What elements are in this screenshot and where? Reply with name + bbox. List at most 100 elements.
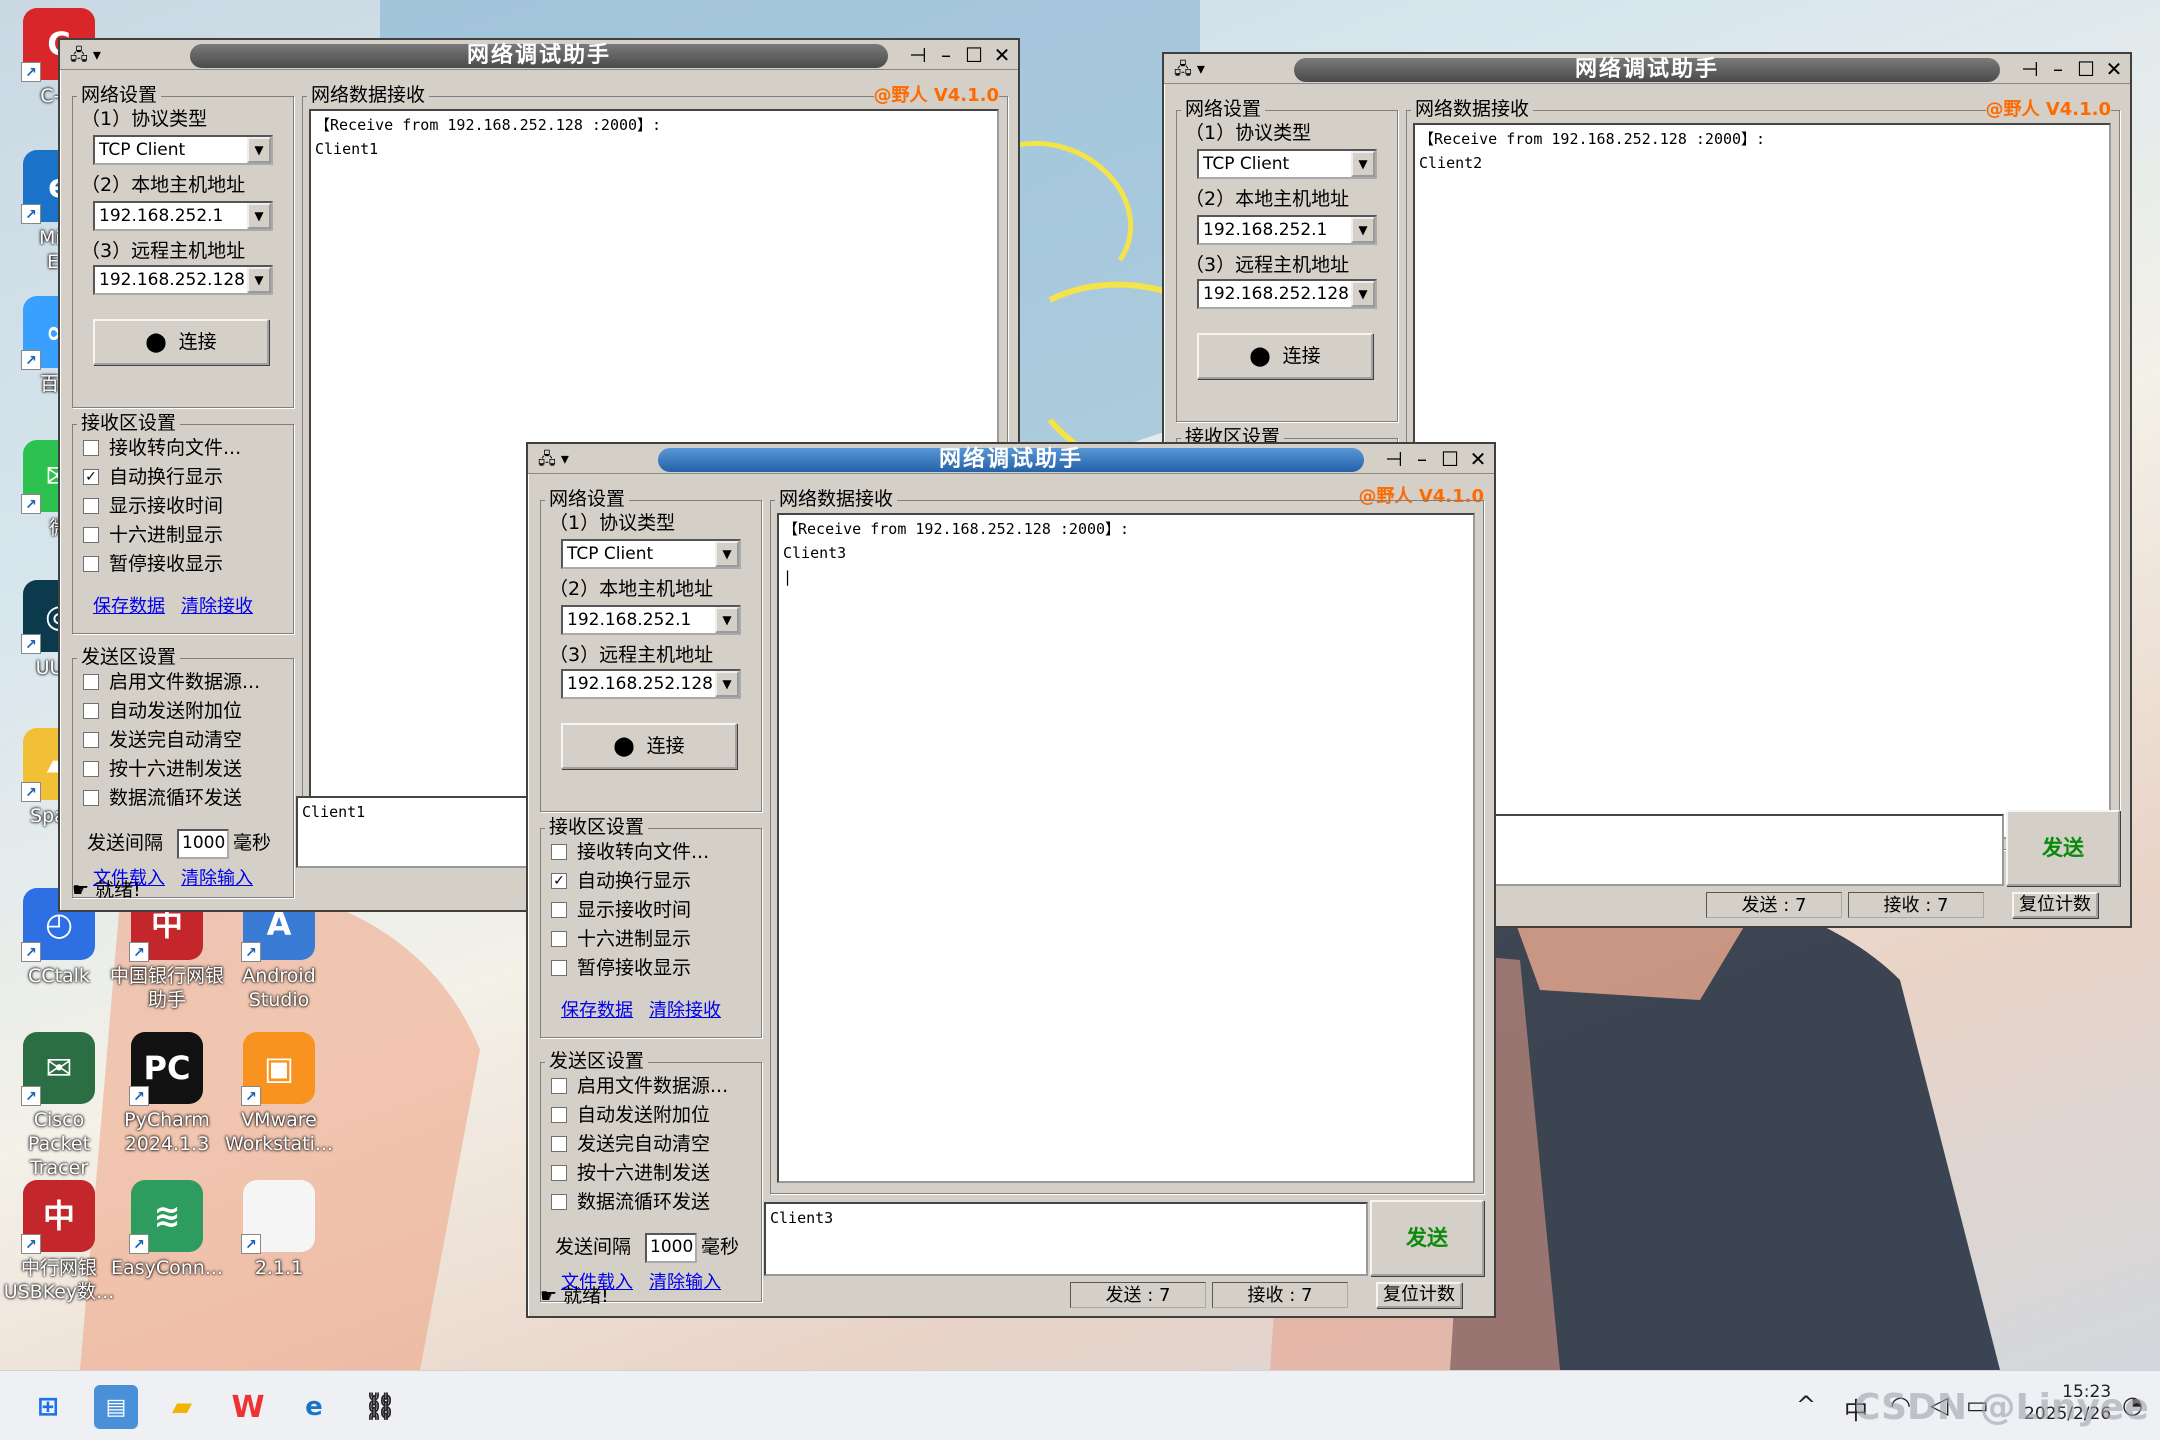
- close-button[interactable]: ✕: [1466, 446, 1490, 472]
- desktop-shortcut[interactable]: 中 ↗ 中行网银USBKey数...: [0, 1180, 118, 1304]
- recv-option-checkbox[interactable]: ✓ 自动换行显示: [83, 464, 223, 490]
- desktop-shortcut[interactable]: ≋ ↗ EasyConn...: [108, 1180, 226, 1280]
- connect-button[interactable]: ⬤ 连接: [93, 319, 269, 365]
- send-option-checkbox[interactable]: 自动发送附加位: [551, 1102, 710, 1128]
- checkbox-box[interactable]: ✓: [83, 469, 99, 485]
- minimize-button[interactable]: –: [934, 42, 958, 68]
- checkbox-box[interactable]: [551, 1165, 567, 1181]
- checkbox-box[interactable]: [83, 556, 99, 572]
- checkbox-box[interactable]: [551, 1078, 567, 1094]
- chevron-down-icon[interactable]: ▼: [247, 137, 271, 163]
- recv-textarea[interactable]: 【Receive from 192.168.252.128 :2000】: Cli…: [777, 513, 1475, 1183]
- checkbox-box[interactable]: [551, 1194, 567, 1210]
- checkbox-box[interactable]: [83, 761, 99, 777]
- recv-option-checkbox[interactable]: ✓ 自动换行显示: [551, 868, 691, 894]
- local-host-select[interactable]: 192.168.252.1 ▼: [561, 605, 741, 635]
- local-host-select[interactable]: 192.168.252.1 ▼: [1197, 215, 1377, 245]
- protocol-select[interactable]: TCP Client ▼: [1197, 149, 1377, 179]
- clear-recv-link[interactable]: 清除接收: [649, 999, 721, 1023]
- checkbox-box[interactable]: [83, 703, 99, 719]
- system-menu-icon[interactable]: 🖧 ▾: [1170, 57, 1226, 81]
- checkbox-box[interactable]: [551, 844, 567, 860]
- close-button[interactable]: ✕: [2102, 56, 2126, 82]
- title-bar[interactable]: 🖧 ▾ 网络调试助手 ⊣ – ☐ ✕: [528, 444, 1494, 474]
- pin-icon[interactable]: ⊣: [2018, 56, 2042, 82]
- chevron-down-icon[interactable]: ▼: [715, 607, 739, 633]
- checkbox-box[interactable]: [83, 527, 99, 543]
- checkbox-box[interactable]: [83, 790, 99, 806]
- interval-input[interactable]: 1000: [177, 829, 229, 859]
- protocol-select[interactable]: TCP Client ▼: [561, 539, 741, 569]
- local-host-select[interactable]: 192.168.252.1 ▼: [93, 201, 273, 231]
- maximize-button[interactable]: ☐: [2074, 56, 2098, 82]
- desktop-shortcut[interactable]: ✉ ↗ Cisco Packet Tracer: [0, 1032, 118, 1180]
- recv-option-checkbox[interactable]: 暂停接收显示: [83, 551, 223, 577]
- clear-input-link[interactable]: 清除输入: [649, 1271, 721, 1295]
- recv-option-checkbox[interactable]: 接收转向文件...: [551, 839, 709, 865]
- remote-host-select[interactable]: 192.168.252.128 :2(▼: [561, 669, 741, 699]
- file-explorer-icon[interactable]: ▰: [160, 1385, 204, 1429]
- recv-option-checkbox[interactable]: 十六进制显示: [551, 926, 691, 952]
- wps-icon[interactable]: W: [226, 1385, 270, 1429]
- interval-input[interactable]: 1000: [645, 1233, 697, 1263]
- checkbox-box[interactable]: [83, 674, 99, 690]
- chevron-down-icon[interactable]: ▼: [715, 671, 739, 697]
- chevron-down-icon[interactable]: ▼: [1351, 217, 1375, 243]
- desktop-shortcut[interactable]: ▣ ↗ VMware Workstati...: [220, 1032, 338, 1156]
- checkbox-box[interactable]: [551, 931, 567, 947]
- send-button[interactable]: 发送: [1370, 1200, 1484, 1276]
- title-bar[interactable]: 🖧 ▾ 网络调试助手 ⊣ – ☐ ✕: [1164, 54, 2130, 84]
- chevron-down-icon[interactable]: ▼: [247, 203, 271, 229]
- send-option-checkbox[interactable]: 发送完自动清空: [83, 727, 242, 753]
- control-panel-icon[interactable]: ▤: [94, 1385, 138, 1429]
- checkbox-box[interactable]: [551, 1107, 567, 1123]
- net-assistant-window-3[interactable]: 🖧 ▾ 网络调试助手 ⊣ – ☐ ✕ @野人 V4.1.0 网络设置 （1）协议类型 …: [526, 442, 1496, 1318]
- clear-recv-link[interactable]: 清除接收: [181, 595, 253, 619]
- reset-count-button[interactable]: 复位计数: [1376, 1282, 1462, 1308]
- recv-textarea[interactable]: 【Receive from 192.168.252.128 :2000】: Cli…: [1413, 123, 2111, 839]
- checkbox-box[interactable]: [83, 440, 99, 456]
- send-option-checkbox[interactable]: 启用文件数据源...: [83, 669, 260, 695]
- edge-icon[interactable]: e: [292, 1385, 336, 1429]
- reset-count-button[interactable]: 复位计数: [2012, 892, 2098, 918]
- save-data-link[interactable]: 保存数据: [561, 999, 633, 1023]
- close-button[interactable]: ✕: [990, 42, 1014, 68]
- send-option-checkbox[interactable]: 按十六进制发送: [551, 1160, 710, 1186]
- checkbox-box[interactable]: [551, 902, 567, 918]
- network-assistant-taskbar-icon[interactable]: ⛓: [358, 1385, 402, 1429]
- maximize-button[interactable]: ☐: [962, 42, 986, 68]
- maximize-button[interactable]: ☐: [1438, 446, 1462, 472]
- start-windows-icon[interactable]: ⊞: [26, 1385, 70, 1429]
- connect-button[interactable]: ⬤ 连接: [561, 723, 737, 769]
- minimize-button[interactable]: –: [2046, 56, 2070, 82]
- send-button[interactable]: 发送: [2006, 810, 2120, 886]
- system-menu-icon[interactable]: 🖧 ▾: [534, 447, 590, 471]
- system-menu-icon[interactable]: 🖧 ▾: [66, 43, 122, 67]
- send-option-checkbox[interactable]: 启用文件数据源...: [551, 1073, 728, 1099]
- checkbox-box[interactable]: [83, 498, 99, 514]
- recv-option-checkbox[interactable]: 显示接收时间: [83, 493, 223, 519]
- checkbox-box[interactable]: ✓: [551, 873, 567, 889]
- checkbox-box[interactable]: [551, 960, 567, 976]
- send-option-checkbox[interactable]: 数据流循环发送: [551, 1189, 710, 1215]
- chevron-up-icon[interactable]: ^: [1796, 1391, 1816, 1419]
- chevron-down-icon[interactable]: ▼: [715, 541, 739, 567]
- checkbox-box[interactable]: [551, 1136, 567, 1152]
- remote-host-select[interactable]: 192.168.252.128 :2(▼: [1197, 279, 1377, 309]
- send-option-checkbox[interactable]: 发送完自动清空: [551, 1131, 710, 1157]
- send-option-checkbox[interactable]: 自动发送附加位: [83, 698, 242, 724]
- minimize-button[interactable]: –: [1410, 446, 1434, 472]
- checkbox-box[interactable]: [83, 732, 99, 748]
- save-data-link[interactable]: 保存数据: [93, 595, 165, 619]
- send-textarea[interactable]: Client3: [764, 1202, 1368, 1276]
- desktop-shortcut[interactable]: ↗ 2.1.1: [220, 1180, 338, 1280]
- connect-button[interactable]: ⬤ 连接: [1197, 333, 1373, 379]
- send-option-checkbox[interactable]: 数据流循环发送: [83, 785, 242, 811]
- recv-option-checkbox[interactable]: 十六进制显示: [83, 522, 223, 548]
- pin-icon[interactable]: ⊣: [1382, 446, 1406, 472]
- recv-option-checkbox[interactable]: 接收转向文件...: [83, 435, 241, 461]
- clear-input-link[interactable]: 清除输入: [181, 867, 253, 891]
- desktop-shortcut[interactable]: PC ↗ PyCharm 2024.1.3: [108, 1032, 226, 1156]
- title-bar[interactable]: 🖧 ▾ 网络调试助手 ⊣ – ☐ ✕: [60, 40, 1018, 70]
- chevron-down-icon[interactable]: ▼: [1351, 151, 1375, 177]
